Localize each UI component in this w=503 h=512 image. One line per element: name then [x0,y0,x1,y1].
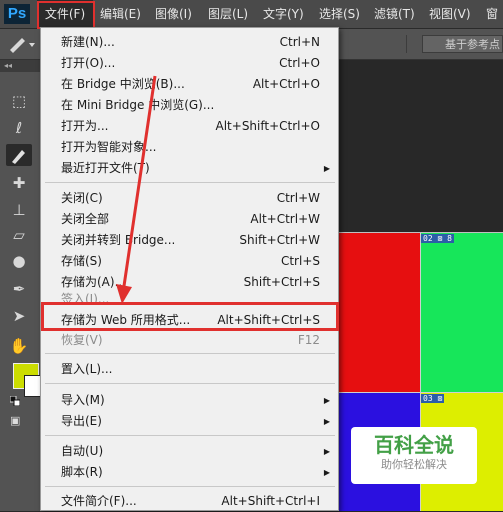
stamp-icon[interactable]: ⊥ [6,199,32,221]
brush-preset-icon [10,38,35,53]
menu-item-export[interactable]: 导出(E) ▶ [41,411,338,432]
menu-item-check-in: 签入(I)... [61,292,110,306]
quick-mask-icon[interactable]: ▣ [10,414,26,428]
menu-filter[interactable]: 滤镜(T) [374,0,415,28]
menu-view[interactable]: 视图(V) [429,0,471,28]
pen-icon[interactable]: ✒ [6,278,32,300]
toolbox: ◂◂ ⬚ ℓ ✚ ⊥ ▱ ● ✒ ➤ ✋ [0,60,41,511]
menu-item-close-all[interactable]: 关闭全部 Alt+Ctrl+W [41,209,338,230]
drop-icon[interactable]: ● [6,250,32,272]
menu-file[interactable]: 文件(F) [37,0,93,28]
menu-item-new[interactable]: 新建(N)... Ctrl+N [41,32,338,53]
menu-bar: Ps 文件(F) 编辑(E) 图像(I) 图层(L) 文字(Y) 选择(S) 滤… [0,0,503,29]
watermark-subtitle: 助你轻松解决 [381,458,447,471]
hand-icon[interactable]: ✋ [6,335,32,357]
menu-item-open-smart-object[interactable]: 打开为智能对象... [41,137,338,158]
toolbox-collapse-handle[interactable]: ◂◂ [0,60,40,72]
file-menu-dropdown: 新建(N)... Ctrl+N 打开(O)... Ctrl+O 在 Bridge 中… [40,27,339,511]
menu-edit[interactable]: 编辑(E) [100,0,141,28]
canvas-cell-green [421,233,503,393]
menu-item-open[interactable]: 打开(O)... Ctrl+O [41,53,338,74]
menu-separator [45,435,335,436]
menu-item-close-go-bridge[interactable]: 关闭并转到 Bridge... Shift+Ctrl+W [41,230,338,251]
menu-item-save-for-web[interactable]: 存储为 Web 所用格式... Alt+Shift+Ctrl+S [41,310,338,331]
brush-icon[interactable] [6,144,32,166]
menu-item-import[interactable]: 导入(M) ▶ [41,390,338,411]
healing-icon[interactable]: ✚ [6,172,32,194]
menu-item-browse-bridge[interactable]: 在 Bridge 中浏览(B)... Alt+Ctrl+O [41,74,338,95]
tool-preset-picker[interactable] [4,34,38,54]
lasso-icon[interactable]: ℓ [6,117,32,139]
submenu-arrow-icon: ▶ [323,447,330,456]
watermark-logo: 百科全说 助你轻松解决 [351,427,477,484]
menu-item-save[interactable]: 存储(S) Ctrl+S [41,251,338,272]
watermark-title: 百科全说 [374,433,454,457]
photoshop-logo: Ps [4,4,30,24]
canvas-cell-red [339,233,421,393]
menu-separator [45,383,335,384]
marquee-icon[interactable]: ⬚ [6,90,32,112]
submenu-arrow-icon: ▶ [323,468,330,477]
menu-item-browse-mini-bridge[interactable]: 在 Mini Bridge 中浏览(G)... [41,95,338,116]
menu-select[interactable]: 选择(S) [319,0,360,28]
submenu-arrow-icon: ▶ [323,417,330,426]
menu-layer[interactable]: 图层(L) [208,0,248,28]
menu-item-revert: 恢复(V) F12 [61,333,320,347]
menu-type[interactable]: 文字(Y) [263,0,304,28]
menu-window[interactable]: 窗 [486,0,498,28]
slice-label-02: 02 ⊠ 8 [421,234,454,243]
menu-item-recent-files[interactable]: 最近打开文件(T) ▶ [41,158,338,179]
menu-separator [45,353,335,354]
slice-label-03: 03 ⊠ [421,394,445,403]
menu-item-place[interactable]: 置入(L)... [41,359,338,380]
submenu-arrow-icon: ▶ [323,396,330,405]
default-colors-icon[interactable] [10,396,20,406]
eraser-icon[interactable]: ▱ [6,224,32,246]
menu-item-automate[interactable]: 自动(U) ▶ [41,441,338,462]
reference-point-field[interactable]: 基于参考点 [422,35,503,53]
options-separator [406,35,407,53]
menu-item-open-as[interactable]: 打开为... Alt+Shift+Ctrl+O [41,116,338,137]
menu-image[interactable]: 图像(I) [155,0,192,28]
menu-separator [45,182,335,183]
menu-item-file-info[interactable]: 文件简介(F)... Alt+Shift+Ctrl+I [41,491,338,512]
submenu-arrow-icon: ▶ [323,164,330,173]
path-select-icon[interactable]: ➤ [6,305,32,327]
menu-separator [45,486,335,487]
menu-item-scripts[interactable]: 脚本(R) ▶ [41,462,338,483]
menu-item-close[interactable]: 关闭(C) Ctrl+W [41,188,338,209]
